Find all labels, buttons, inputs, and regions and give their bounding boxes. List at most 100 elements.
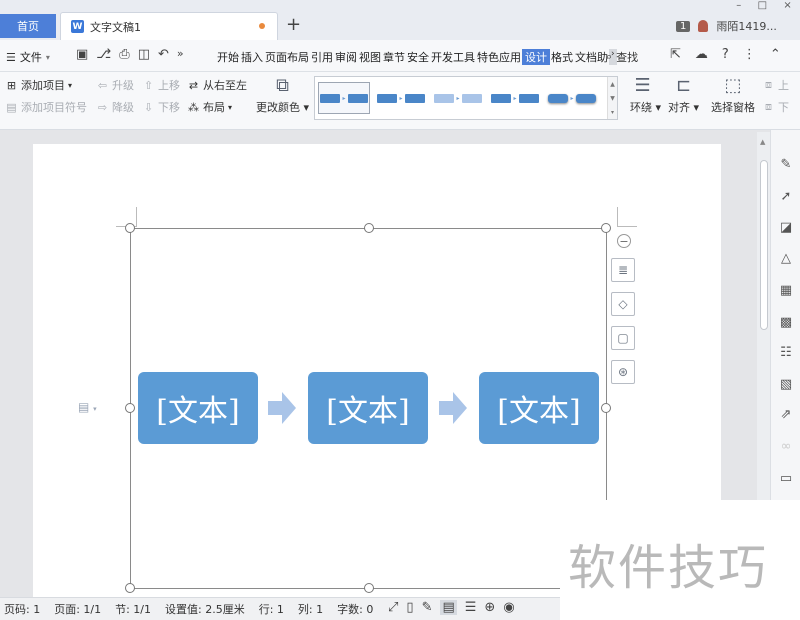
style-option-2[interactable]: ▸ bbox=[375, 82, 427, 114]
move-up-button[interactable]: ⇧ 上移 bbox=[142, 77, 180, 93]
page-view-icon[interactable]: ▤ bbox=[440, 600, 457, 615]
scroll-up-icon[interactable]: ▲ bbox=[760, 138, 765, 146]
promote-button[interactable]: ⇦ 升级 bbox=[96, 77, 134, 93]
shape-style-icon[interactable]: ⊛ bbox=[611, 360, 635, 384]
tab-doc-assistant[interactable]: 文档助 bbox=[574, 49, 609, 65]
resize-handle-left[interactable] bbox=[125, 403, 135, 413]
cloud-icon[interactable]: ☁ bbox=[695, 47, 708, 62]
tab-review[interactable]: 审阅 bbox=[334, 49, 358, 65]
style-option-1[interactable]: ▸ bbox=[318, 82, 370, 114]
resize-handle-bottom-left[interactable] bbox=[125, 583, 135, 593]
status-section[interactable]: 节: 1/1 bbox=[115, 601, 151, 617]
tab-security[interactable]: 安全 bbox=[406, 49, 430, 65]
move-down-button[interactable]: ⇩ 下移 bbox=[142, 99, 180, 115]
change-color-button[interactable]: ⧉ 更改颜色 ▾ bbox=[256, 76, 309, 115]
cursor-icon[interactable]: ➚ bbox=[779, 190, 793, 204]
window-count-badge[interactable]: 1 bbox=[676, 20, 691, 32]
tab-references[interactable]: 引用 bbox=[310, 49, 334, 65]
tab-start[interactable]: 开始 bbox=[216, 49, 240, 65]
maximize-button[interactable]: □ bbox=[758, 0, 767, 14]
right-to-left-button[interactable]: ⇄ 从右至左 bbox=[187, 77, 247, 93]
resize-handle-right[interactable] bbox=[601, 403, 611, 413]
add-bullet-button[interactable]: ▤ 添加项目符号 bbox=[5, 99, 87, 115]
tab-document[interactable]: W 文字文稿1 bbox=[60, 12, 278, 40]
file-menu[interactable]: ☰ 文件 ▾ bbox=[6, 49, 50, 65]
resize-handle-top-right[interactable] bbox=[601, 223, 611, 233]
find-button[interactable]: ⌕ 查找 bbox=[606, 49, 638, 65]
eye-icon[interactable]: ◉ bbox=[503, 600, 514, 615]
shapes-icon[interactable]: ◪ bbox=[779, 221, 793, 235]
table-icon[interactable]: ▦ bbox=[779, 284, 793, 298]
status-position[interactable]: 设置值: 2.5厘米 bbox=[165, 601, 245, 617]
add-item-label: 添加项目 bbox=[21, 79, 65, 92]
archive-icon[interactable]: ▭ bbox=[779, 472, 793, 486]
collapse-ribbon-icon[interactable]: ⌃ bbox=[770, 47, 781, 62]
avatar[interactable] bbox=[698, 20, 709, 32]
gallery-expand-icon[interactable]: ▾ bbox=[611, 109, 614, 116]
anchor-icon[interactable]: ▤ ▾ bbox=[78, 400, 97, 414]
gallery-scroll[interactable]: ▲ ▼ ▾ bbox=[607, 77, 617, 119]
style-option-5[interactable]: ▸ bbox=[546, 82, 598, 114]
link-icon[interactable]: ∞ bbox=[779, 440, 793, 454]
print-preview-icon[interactable]: ◫ bbox=[138, 47, 150, 62]
help-button[interactable]: ? bbox=[722, 47, 729, 62]
border-icon[interactable]: ▢ bbox=[611, 326, 635, 350]
bring-forward-button[interactable]: ⧈ 上 bbox=[762, 77, 789, 93]
status-page[interactable]: 页码: 1 bbox=[4, 601, 40, 617]
shape-fill-icon[interactable]: ◇ bbox=[611, 292, 635, 316]
chevron-up-icon[interactable]: ▲ bbox=[610, 81, 615, 88]
tab-developer[interactable]: 开发工具 bbox=[430, 49, 476, 65]
pen-icon[interactable]: ✎ bbox=[422, 600, 433, 615]
tab-page-layout[interactable]: 页面布局 bbox=[264, 49, 310, 65]
user-name[interactable]: 雨陌1419... bbox=[716, 18, 776, 34]
reading-view-icon[interactable]: ▯ bbox=[406, 600, 413, 615]
tab-home[interactable]: 首页 bbox=[0, 14, 56, 38]
selection-pane-button[interactable]: ⬚ 选择窗格 bbox=[711, 76, 755, 115]
resize-handle-top[interactable] bbox=[364, 223, 374, 233]
share-icon[interactable]: ⇗ bbox=[779, 408, 793, 422]
tab-view[interactable]: 视图 bbox=[358, 49, 382, 65]
status-pages[interactable]: 页面: 1/1 bbox=[54, 601, 101, 617]
resize-handle-bottom[interactable] bbox=[364, 583, 374, 593]
tab-section[interactable]: 章节 bbox=[382, 49, 406, 65]
smartart-node-2[interactable]: [文本] bbox=[308, 372, 428, 444]
tab-special-apps[interactable]: 特色应用 bbox=[476, 49, 522, 65]
scroll-thumb[interactable] bbox=[760, 160, 768, 330]
save-icon[interactable]: ▣ bbox=[76, 47, 88, 62]
smartart-node-3[interactable]: [文本] bbox=[479, 372, 599, 444]
layout-button[interactable]: ⁂ 布局 ▾ bbox=[187, 99, 232, 115]
image-icon[interactable]: ▧ bbox=[779, 378, 793, 392]
style-option-3[interactable]: ▸ bbox=[432, 82, 484, 114]
demote-button[interactable]: ⇨ 降级 bbox=[96, 99, 134, 115]
web-view-icon[interactable]: ⊕ bbox=[484, 600, 495, 615]
outline-view-icon[interactable]: ☰ bbox=[465, 600, 477, 615]
wrap-button[interactable]: ☰ 环绕 ▾ bbox=[630, 76, 661, 115]
close-button[interactable]: × bbox=[783, 0, 791, 14]
style-option-4[interactable]: ▸ bbox=[489, 82, 541, 114]
apps-icon[interactable]: ▩ bbox=[779, 316, 793, 330]
new-tab-button[interactable]: + bbox=[286, 14, 301, 35]
pen-icon[interactable]: ✎ bbox=[779, 158, 793, 172]
fullscreen-icon[interactable]: ⤢ bbox=[388, 600, 398, 615]
layout-options-icon[interactable]: ≣ bbox=[611, 258, 635, 282]
chevron-down-icon[interactable]: ▼ bbox=[610, 95, 615, 102]
settings-sliders-icon[interactable]: ☷ bbox=[779, 346, 793, 360]
share-icon[interactable]: ⇱ bbox=[670, 47, 681, 62]
status-words[interactable]: 字数: 0 bbox=[337, 601, 373, 617]
print-icon[interactable]: ⎙ bbox=[119, 47, 129, 62]
tab-insert[interactable]: 插入 bbox=[240, 49, 264, 65]
align-button[interactable]: ⊏ 对齐 ▾ bbox=[668, 76, 699, 115]
collapse-icon[interactable]: − bbox=[617, 234, 631, 248]
minimize-button[interactable]: – bbox=[736, 0, 741, 14]
resize-handle-top-left[interactable] bbox=[125, 223, 135, 233]
tab-design[interactable]: 设计 bbox=[522, 49, 550, 65]
format-painter-icon[interactable]: ⎇ bbox=[96, 47, 111, 62]
more-vertical-icon[interactable]: ⋮ bbox=[743, 47, 756, 62]
style-icon[interactable]: △ bbox=[779, 252, 793, 266]
smartart-node-1[interactable]: [文本] bbox=[138, 372, 258, 444]
send-backward-button[interactable]: ⧈ 下 bbox=[762, 99, 789, 115]
more-icon[interactable]: » bbox=[177, 47, 184, 62]
tab-format[interactable]: 格式 bbox=[550, 49, 574, 65]
undo-icon[interactable]: ↶ bbox=[158, 47, 169, 62]
add-item-button[interactable]: ⊞ 添加项目 ▾ bbox=[5, 77, 72, 93]
